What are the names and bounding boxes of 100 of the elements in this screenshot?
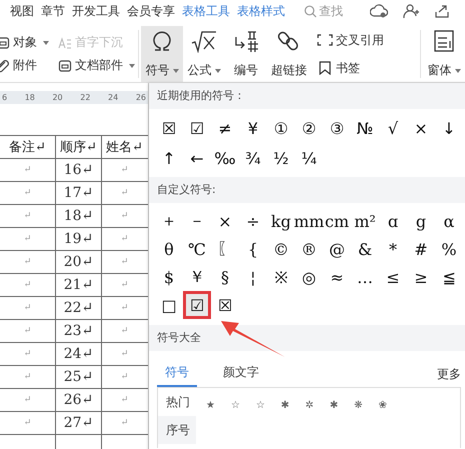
symbol-item[interactable]: ≠ (211, 113, 239, 143)
symbol-item[interactable]: ¥ (239, 113, 267, 143)
menu-item[interactable]: 视图 (10, 2, 34, 20)
bookmark-icon (317, 61, 333, 75)
table-cell: 20↵ (56, 251, 102, 273)
symbol-item[interactable]: ✱ (280, 400, 290, 436)
symbol-item[interactable]: № (351, 113, 379, 143)
symbol-item[interactable]: ¾ (239, 143, 267, 173)
symbol-item[interactable]: α (435, 207, 463, 235)
symbol-item[interactable]: ɑ (379, 207, 407, 235)
add-user-icon[interactable] (403, 3, 419, 19)
symbol-item[interactable]: ≥ (407, 263, 435, 291)
more-link[interactable]: 更多 (437, 366, 461, 387)
symbol-item[interactable]: × (211, 207, 239, 235)
symbol-item[interactable]: ≦ (435, 263, 463, 291)
symbol-item[interactable]: $ (155, 263, 183, 291)
table-cell: ↵ (0, 366, 56, 388)
menu-item[interactable]: 会员专享 (127, 2, 175, 20)
symbol-item[interactable]: ☑ (183, 291, 211, 319)
symbol-item[interactable]: ③ (323, 113, 351, 143)
symbol-item[interactable]: mm (295, 207, 323, 235)
symbol-item[interactable]: ☑ (183, 113, 211, 143)
symbol-item[interactable]: ℃ (183, 235, 211, 263)
table-cell: ↵ (0, 412, 56, 434)
section-heading: 近期使用的符号： (149, 83, 465, 109)
symbol-item[interactable]: ❋ (354, 400, 362, 436)
table-cell-text: ↵ (120, 233, 130, 246)
symbol-item[interactable]: * (379, 235, 407, 263)
symbol-item[interactable]: … (351, 263, 379, 291)
symbol-item[interactable]: θ (155, 235, 183, 263)
symbol-item[interactable]: ÷ (239, 207, 267, 235)
table-cell: 24↵ (56, 343, 102, 365)
symbol-item[interactable]: kg (267, 207, 295, 235)
symbol-item[interactable]: ☆ (230, 400, 240, 436)
symbol-item[interactable]: ✱ (330, 400, 338, 436)
symbol-item[interactable]: ≈ (323, 263, 351, 291)
symbol-item[interactable]: ☒ (211, 291, 239, 319)
table-cell: 26↵ (56, 389, 102, 411)
table-cell-text: ↵ (120, 348, 130, 361)
ribbon-button[interactable]: 附件 (0, 57, 50, 74)
symbol-item[interactable]: √ (379, 113, 407, 143)
table-cell-text: ↵ (120, 371, 130, 384)
symbol-item[interactable]: ＋ (155, 207, 183, 235)
symbol-item[interactable]: ★ (206, 400, 215, 436)
symbol-item[interactable]: ↓ (435, 113, 463, 143)
ribbon-button[interactable]: 符号 (141, 26, 183, 82)
symbol-item[interactable]: ① (267, 113, 295, 143)
table-cell: 23↵ (56, 320, 102, 342)
table-cell-text: ↵ (120, 417, 130, 430)
menu-item[interactable]: 表格工具 (182, 2, 230, 20)
symbol-item[interactable]: § (211, 263, 239, 291)
menu-item[interactable]: 章节 (41, 2, 65, 20)
symbol-item[interactable]: ◎ (295, 263, 323, 291)
symbol-item[interactable]: □ (155, 291, 183, 319)
symbol-item[interactable]: g (407, 207, 435, 235)
symbol-item[interactable]: 〖 (211, 235, 239, 263)
ribbon-button[interactable]: 公式 (183, 26, 225, 82)
symbol-item[interactable]: ‰ (211, 143, 239, 173)
form-icon (432, 29, 456, 53)
share-icon[interactable] (434, 3, 450, 19)
symbol-item[interactable]: ￥ (183, 263, 211, 291)
ribbon-button[interactable]: 交叉引用 (317, 32, 412, 48)
symbol-item[interactable]: ¦ (239, 263, 267, 291)
symbol-item[interactable]: ❀ (378, 400, 387, 436)
ribbon-button[interactable]: 超链接 (267, 26, 311, 82)
symbol-item[interactable]: cm (323, 207, 351, 235)
symbol-item[interactable]: # (407, 235, 435, 263)
symbol-item[interactable]: { (239, 235, 267, 263)
table-cell-text: ↵ (120, 302, 130, 315)
symbol-item[interactable]: ✲ (305, 400, 314, 436)
symbol-item[interactable]: ☒ (155, 113, 183, 143)
symbol-item[interactable]: ® (295, 235, 323, 263)
symbol-item[interactable]: m² (351, 207, 379, 235)
symbol-item[interactable]: ¼ (295, 143, 323, 173)
symbol-item[interactable]: ※ (267, 263, 295, 291)
ribbon-button[interactable]: 窗体 (423, 26, 465, 82)
symbol-item[interactable]: ☆ (256, 400, 265, 436)
symbol-item[interactable]: ② (295, 113, 323, 143)
table-cell: ↵ (0, 274, 56, 296)
symbol-item[interactable]: @ (323, 235, 351, 263)
symbol-item[interactable]: % (435, 235, 463, 263)
symbol-item[interactable]: © (267, 235, 295, 263)
menu-item[interactable]: 表格样式 (237, 2, 285, 20)
symbol-item[interactable]: ↑ (155, 143, 183, 173)
symbol-item[interactable]: － (183, 207, 211, 235)
symbol-item[interactable]: ← (183, 143, 211, 173)
ribbon-button[interactable]: 对象 (0, 34, 50, 51)
ribbon-button[interactable]: 书签 (317, 60, 412, 76)
symbol-item[interactable]: ≤ (379, 263, 407, 291)
cloud-icon[interactable] (370, 3, 388, 19)
category-item[interactable]: 序号 (158, 416, 196, 444)
tab[interactable]: 颜文字 (215, 364, 267, 387)
table-header-cell: 备注↵ (0, 136, 56, 158)
symbol-item[interactable]: & (351, 235, 379, 263)
menu-item[interactable]: 开发工具 (72, 2, 120, 20)
document-icon (58, 58, 72, 72)
symbol-item[interactable]: ½ (267, 143, 295, 173)
ribbon-button[interactable]: 编号 (225, 26, 267, 82)
ribbon-button[interactable]: 文档部件 (58, 57, 136, 74)
symbol-item[interactable]: × (407, 113, 435, 143)
